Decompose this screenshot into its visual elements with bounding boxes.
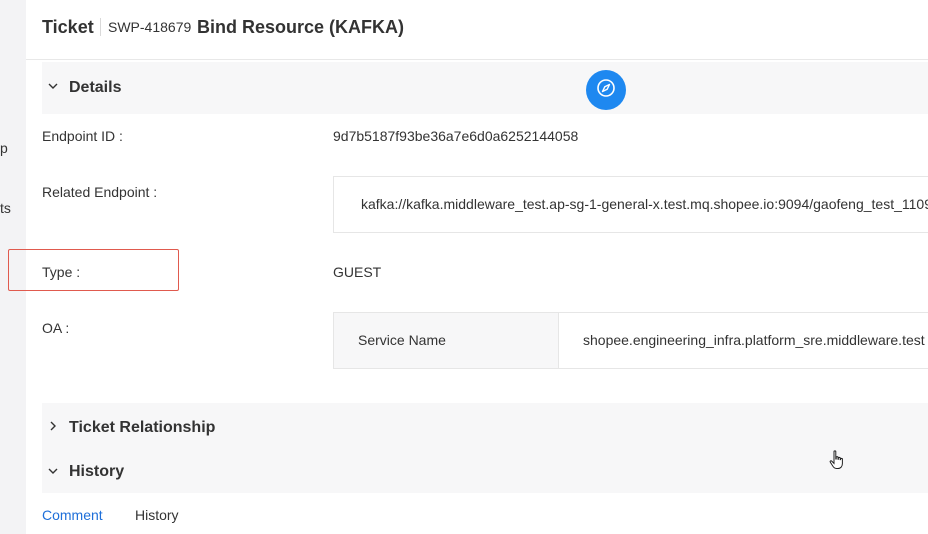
chevron-down-icon (47, 464, 59, 480)
chevron-right-icon (47, 419, 59, 435)
section-history-title: History (69, 463, 125, 480)
ticket-name: Bind Resource (KAFKA) (197, 17, 405, 37)
page-header: Ticket SWP-418679 Bind Resource (KAFKA) (26, 0, 928, 60)
tab-comment[interactable]: Comment (42, 507, 103, 523)
sidebar-item-fragment[interactable]: ts (0, 200, 11, 216)
oa-service-name-key: Service Name (358, 332, 446, 348)
oa-table: Service Name shopee.engineering_infra.pl… (333, 312, 928, 369)
section-ticket-relationship-header[interactable]: Ticket Relationship (42, 403, 928, 451)
section-details-header[interactable]: Details (42, 62, 928, 114)
chevron-down-icon (47, 79, 59, 95)
compass-icon (595, 77, 617, 104)
page-title: Ticket (42, 17, 94, 37)
oa-label: OA : (42, 320, 70, 336)
type-label: Type : (42, 264, 81, 280)
oa-key-cell: Service Name (334, 313, 559, 368)
type-highlight-box (8, 249, 179, 291)
related-endpoint-box: kafka://kafka.middleware_test.ap-sg-1-ge… (333, 176, 928, 233)
section-ticket-relationship-title: Ticket Relationship (69, 419, 216, 436)
related-endpoint-value: kafka://kafka.middleware_test.ap-sg-1-ge… (361, 196, 928, 212)
ticket-id: SWP-418679 (108, 19, 192, 35)
endpoint-id-value: 9d7b5187f93be36a7e6d0a6252144058 (333, 128, 579, 144)
hand-cursor-icon (828, 450, 846, 475)
sidebar-item-fragment[interactable]: p (0, 140, 8, 156)
header-divider (100, 18, 101, 36)
section-details-title: Details (69, 79, 122, 96)
oa-service-name-value: shopee.engineering_infra.platform_sre.mi… (583, 332, 925, 348)
related-endpoint-label: Related Endpoint : (42, 184, 158, 200)
compass-button[interactable] (586, 70, 626, 110)
tab-history[interactable]: History (135, 507, 179, 523)
section-history-header[interactable]: History (42, 451, 928, 493)
type-value: GUEST (333, 264, 382, 280)
endpoint-id-label: Endpoint ID : (42, 128, 123, 144)
